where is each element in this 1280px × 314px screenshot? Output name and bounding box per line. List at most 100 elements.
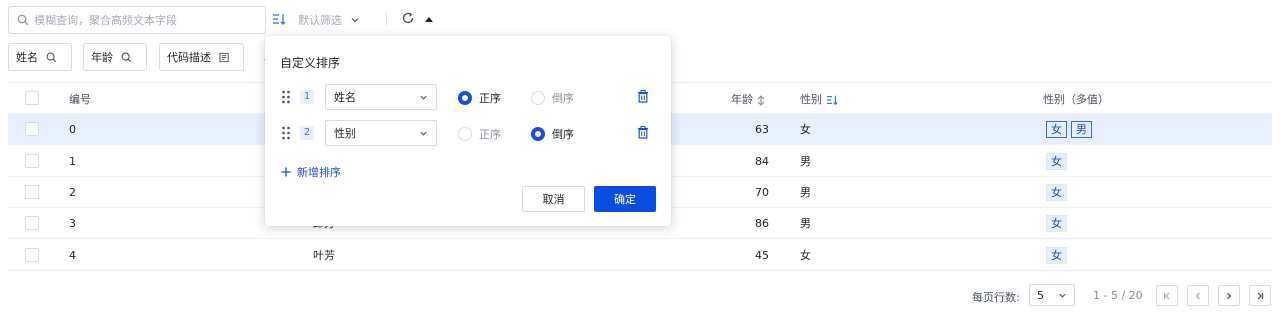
cell-gender: 女 — [800, 249, 811, 262]
sort-desc-radio[interactable]: 倒序 — [531, 90, 574, 106]
cell-id: 3 — [69, 217, 76, 230]
tag: 女 — [1046, 153, 1067, 170]
filter-chip-name[interactable]: 姓名 — [8, 43, 72, 71]
sort-icon[interactable] — [272, 12, 286, 26]
cell-gender-multi: 女 — [1046, 215, 1071, 232]
chevron-down-icon — [420, 131, 427, 136]
cell-id: 4 — [69, 249, 76, 262]
cell-age: 63 — [755, 123, 769, 136]
chevron-left-icon — [1195, 292, 1200, 299]
caret-up-icon[interactable] — [424, 15, 434, 23]
chevron-down-icon — [351, 18, 359, 23]
confirm-button[interactable]: 确定 — [594, 186, 656, 212]
header-id[interactable]: 编号 — [69, 93, 91, 107]
filter-chip-label: 年龄 — [91, 51, 113, 64]
row-checkbox[interactable] — [25, 122, 39, 136]
sort-both-icon — [757, 94, 765, 106]
radio-checked — [458, 91, 472, 105]
cancel-button[interactable]: 取消 — [522, 186, 585, 212]
cell-age: 84 — [755, 155, 769, 168]
filter-chip-label: 姓名 — [16, 51, 38, 64]
radio-unchecked — [531, 91, 545, 105]
search-icon — [46, 52, 57, 62]
radio-label: 正序 — [479, 92, 501, 105]
sort-field-select[interactable]: 性别 — [325, 120, 437, 146]
refresh-icon[interactable] — [401, 11, 415, 25]
cell-gender: 男 — [800, 217, 811, 230]
cell-gender: 女 — [800, 123, 811, 136]
next-page-button[interactable] — [1218, 285, 1240, 306]
filter-list-icon — [219, 52, 229, 62]
cell-gender-multi: 女 — [1046, 247, 1071, 264]
row-checkbox[interactable] — [25, 248, 39, 262]
plus-icon — [281, 167, 291, 177]
cell-gender-multi: 女男 — [1046, 121, 1096, 138]
add-sort-label: 新增排序 — [297, 166, 341, 179]
sort-rule-index: 1 — [300, 90, 314, 104]
header-age[interactable]: 年龄 — [731, 93, 765, 107]
cell-gender: 男 — [800, 186, 811, 199]
radio-label: 倒序 — [552, 128, 574, 141]
sort-desc-radio[interactable]: 倒序 — [531, 126, 574, 142]
filter-chip-age[interactable]: 年龄 — [83, 43, 147, 71]
tag: 女 — [1046, 247, 1067, 264]
sort-rule-index: 2 — [300, 126, 314, 140]
sort-field-value: 性别 — [334, 127, 356, 140]
first-page-button[interactable] — [1156, 285, 1178, 306]
popover-title: 自定义排序 — [280, 56, 341, 70]
cell-age: 45 — [755, 249, 769, 262]
sort-asc-radio[interactable]: 正序 — [458, 90, 501, 106]
sort-desc-icon — [826, 95, 838, 106]
cell-gender: 男 — [800, 155, 811, 168]
table-row[interactable]: 4 叶芳 45 女 女 — [8, 240, 1272, 271]
trash-icon[interactable] — [637, 90, 649, 103]
header-gender[interactable]: 性别 — [800, 93, 838, 107]
last-page-button[interactable] — [1249, 285, 1271, 306]
search-input[interactable] — [34, 13, 254, 27]
radio-unchecked — [458, 127, 472, 141]
select-all-checkbox[interactable] — [25, 91, 39, 105]
search-icon — [17, 14, 29, 26]
tag: 女 — [1046, 215, 1067, 232]
rows-per-page-select[interactable]: 5 — [1029, 284, 1075, 306]
first-page-icon — [1163, 292, 1170, 299]
chevron-right-icon — [1227, 292, 1232, 299]
cell-age: 86 — [755, 217, 769, 230]
tag: 女 — [1046, 184, 1067, 201]
header-gender-multi[interactable]: 性别（多值） — [1043, 93, 1109, 107]
radio-label: 正序 — [479, 128, 501, 141]
trash-icon[interactable] — [637, 126, 649, 139]
default-filter-dropdown[interactable]: 默认筛选 — [298, 12, 360, 28]
page-range: 1 - 5 / 20 — [1093, 289, 1143, 302]
row-checkbox[interactable] — [25, 216, 39, 230]
tag: 女 — [1046, 121, 1067, 138]
last-page-icon — [1257, 292, 1264, 299]
rows-per-page-value: 5 — [1037, 288, 1044, 302]
filter-chip-label: 代码描述 — [167, 51, 211, 64]
search-box[interactable] — [8, 6, 266, 34]
radio-label: 倒序 — [552, 92, 574, 105]
row-checkbox[interactable] — [25, 154, 39, 168]
sort-asc-radio[interactable]: 正序 — [458, 126, 501, 142]
prev-page-button[interactable] — [1187, 285, 1209, 306]
cell-gender-multi: 女 — [1046, 184, 1071, 201]
radio-checked — [531, 127, 545, 141]
header-age-label: 年龄 — [731, 93, 753, 106]
filter-chip-code-desc[interactable]: 代码描述 — [159, 43, 244, 71]
toolbar-divider — [386, 12, 387, 26]
cell-name: 叶芳 — [313, 249, 335, 262]
chevron-down-icon — [1059, 293, 1066, 298]
drag-handle-icon[interactable] — [281, 90, 291, 104]
add-sort-button[interactable]: 新增排序 — [281, 164, 341, 180]
chevron-down-icon — [420, 95, 427, 100]
cell-id: 2 — [69, 186, 76, 199]
cell-age: 70 — [755, 186, 769, 199]
cell-gender-multi: 女 — [1046, 153, 1071, 170]
rows-per-page-label: 每页行数: — [972, 291, 1020, 304]
sort-field-select[interactable]: 姓名 — [325, 84, 437, 110]
cell-id: 0 — [69, 123, 76, 136]
search-icon — [121, 52, 132, 62]
header-gender-label: 性别 — [800, 93, 822, 106]
drag-handle-icon[interactable] — [281, 126, 291, 140]
row-checkbox[interactable] — [25, 185, 39, 199]
